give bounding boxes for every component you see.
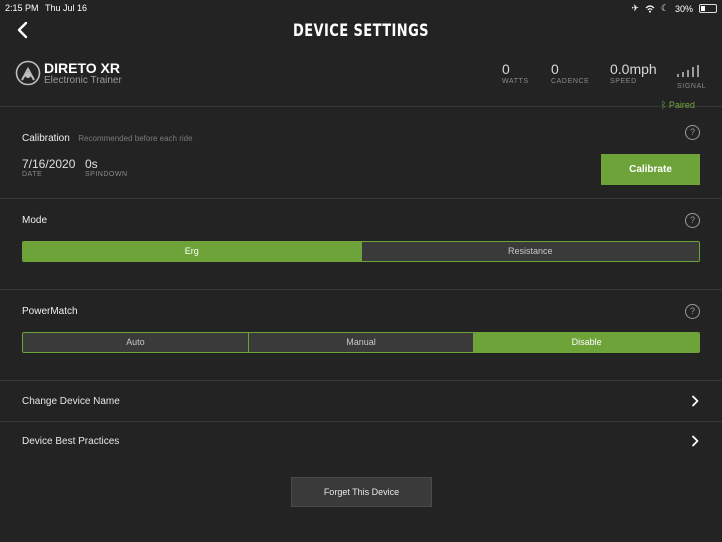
calibration-date: 7/16/2020 DATE (22, 157, 75, 178)
calibration-header: Calibration Recommended before each ride (22, 128, 193, 146)
powermatch-help-icon[interactable]: ? (685, 304, 700, 319)
powermatch-option-disable[interactable]: Disable (473, 333, 699, 352)
mode-option-resistance[interactable]: Resistance (360, 242, 699, 261)
paired-label: Paired (668, 100, 695, 110)
status-bar: 2:15 PM Thu Jul 16 ✈ ☾ 30% (0, 0, 722, 16)
powermatch-segmented-control: Auto Manual Disable (22, 332, 700, 353)
mode-help-icon[interactable]: ? (685, 213, 700, 228)
back-chevron-icon[interactable] (14, 20, 32, 40)
calibration-date-value: 7/16/2020 (22, 157, 76, 171)
status-indicators: ✈ ☾ 30% (631, 3, 717, 14)
airplane-icon: ✈ (631, 3, 639, 13)
trainer-icon (15, 60, 41, 86)
page-title: DEVICE SETTINGS (293, 21, 429, 41)
stat-speed-value: 0.0mph (610, 61, 657, 77)
powermatch-option-manual[interactable]: Manual (247, 333, 474, 352)
spindown-label: SPINDOWN (85, 171, 128, 178)
battery-icon (699, 4, 717, 13)
mode-option-erg[interactable]: Erg (23, 242, 361, 261)
change-device-name-row[interactable]: Change Device Name (0, 381, 722, 421)
powermatch-title: PowerMatch (22, 306, 78, 317)
divider (0, 289, 722, 290)
stat-watts-value: 0 (502, 61, 510, 77)
device-type: Electronic Trainer (44, 75, 122, 86)
device-best-practices-label: Device Best Practices (22, 436, 120, 447)
bluetooth-icon: ᛒ (661, 100, 667, 110)
chevron-right-icon (692, 395, 699, 407)
stat-speed-label: SPEED (610, 78, 637, 85)
calibration-title: Calibration (22, 133, 70, 144)
moon-icon: ☾ (660, 3, 669, 13)
status-time: 2:15 PM (5, 3, 39, 13)
chevron-right-icon (692, 435, 699, 447)
stat-cadence: 0 CADENCE (551, 61, 589, 85)
battery-percent: 30% (674, 3, 693, 14)
spindown-value: 0s (85, 157, 98, 171)
calibration-help-icon[interactable]: ? (685, 125, 700, 140)
status-date: Thu Jul 16 (45, 3, 88, 13)
mode-segmented-control: Erg Resistance (22, 241, 700, 262)
wifi-icon (645, 4, 655, 13)
stat-watts-label: WATTS (502, 78, 529, 85)
stat-cadence-label: CADENCE (551, 78, 590, 85)
stat-cadence-value: 0 (551, 61, 559, 77)
stat-watts: 0 WATTS (502, 61, 529, 85)
connection-status: ᛒ Paired (661, 100, 695, 110)
signal-label: SIGNAL (677, 83, 707, 90)
divider (0, 198, 722, 199)
device-best-practices-row[interactable]: Device Best Practices (0, 422, 722, 462)
stat-speed: 0.0mph SPEED (610, 61, 657, 85)
calibration-hint: Recommended before each ride (78, 134, 193, 143)
device-name: DIRETO XR (44, 60, 120, 76)
calibrate-button[interactable]: Calibrate (601, 154, 700, 185)
powermatch-option-auto[interactable]: Auto (23, 333, 248, 352)
divider (0, 106, 722, 107)
calibration-spindown: 0s SPINDOWN (85, 157, 128, 178)
change-device-name-label: Change Device Name (22, 396, 120, 407)
mode-title: Mode (22, 215, 48, 226)
calibration-date-label: DATE (22, 171, 43, 178)
signal-bars-icon (677, 65, 699, 77)
forget-device-button[interactable]: Forget This Device (291, 477, 432, 507)
signal-strength: SIGNAL (677, 64, 706, 90)
